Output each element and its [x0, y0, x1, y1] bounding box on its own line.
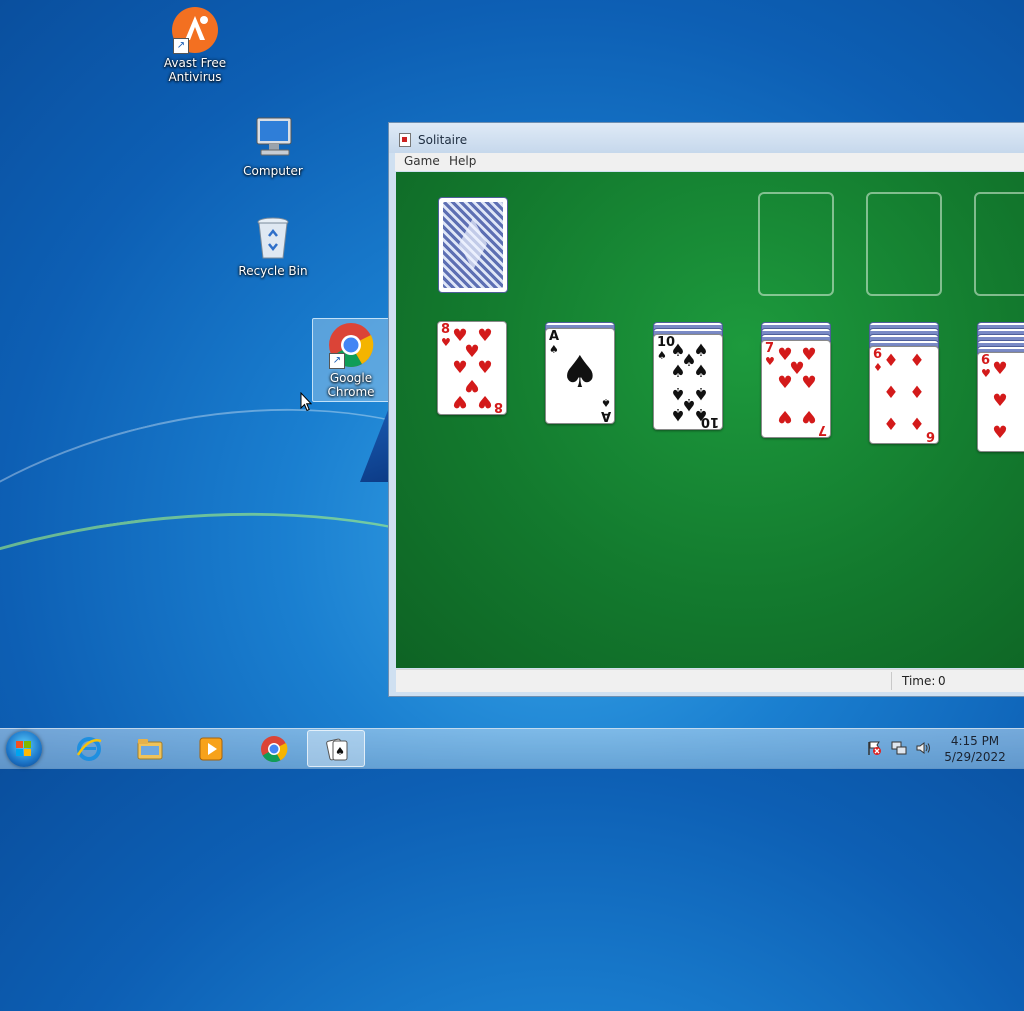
- card-suit-icon: ♥: [765, 355, 775, 368]
- card-rank: A: [600, 408, 611, 423]
- clock-date: 5/29/2022: [944, 750, 1006, 764]
- suit-pip-icon: ♠: [670, 362, 686, 382]
- suit-pip-icon: ♥: [992, 359, 1008, 379]
- card-rank: 7: [765, 341, 775, 356]
- taskbar-internet-explorer[interactable]: [60, 730, 118, 767]
- suit-pip-icon: ♥: [777, 373, 793, 393]
- suit-pip-icon: ♦: [909, 351, 925, 371]
- suit-pip-icon: ♠: [693, 362, 709, 382]
- computer-icon: [249, 114, 297, 162]
- volume-icon[interactable]: [915, 740, 931, 756]
- taskbar-file-explorer[interactable]: [121, 730, 179, 767]
- game-table: 8 ♥ ♥ ♥ ♥ ♥ ♥ ♥ ♥ ♥ 8 A ♠ ♠ ♠ A 10 ♠ ♠ ♠…: [396, 172, 1024, 668]
- suit-pip-icon: ♥: [801, 406, 817, 426]
- shortcut-arrow-icon: ↗: [173, 38, 189, 54]
- stock-pile[interactable]: [438, 197, 508, 293]
- taskbar-chrome[interactable]: [245, 730, 303, 767]
- start-button[interactable]: [6, 731, 42, 767]
- clock-time: 4:15 PM: [950, 734, 1000, 748]
- tableau-card[interactable]: A ♠ ♠ ♠ A: [545, 328, 615, 424]
- file-explorer-icon: [137, 739, 163, 760]
- card-rank: 6: [873, 347, 883, 362]
- network-icon[interactable]: [891, 740, 907, 756]
- internet-explorer-icon: [76, 737, 102, 761]
- foundation-slot-2[interactable]: [866, 192, 942, 296]
- suit-pip-icon: ♦: [909, 415, 925, 435]
- window-title: Solitaire: [418, 133, 468, 147]
- foundation-slot-1[interactable]: [758, 192, 834, 296]
- solitaire-app-icon: [399, 133, 411, 147]
- card-rank: 8: [493, 399, 503, 414]
- taskbar-media-player[interactable]: [182, 730, 240, 767]
- card-rank: 7: [817, 422, 827, 437]
- windows-logo-icon: [16, 741, 32, 757]
- card-suit-icon: ♥: [441, 336, 451, 349]
- media-player-icon: [199, 737, 223, 761]
- card-suit-icon: ♠: [560, 347, 600, 398]
- solitaire-window[interactable]: Solitaire Game Help 8 ♥ ♥ ♥ ♥ ♥ ♥ ♥ ♥ ♥ …: [388, 122, 1024, 697]
- desktop-icon-label: Chrome: [327, 385, 375, 399]
- mouse-cursor-icon: [300, 392, 312, 412]
- tableau-card[interactable]: 8 ♥ ♥ ♥ ♥ ♥ ♥ ♥ ♥ ♥ 8: [437, 321, 507, 415]
- suit-pip-icon: ♥: [992, 391, 1008, 411]
- card-rank: 6: [925, 428, 935, 443]
- time-value: 0: [938, 674, 946, 688]
- status-bar: Time: 0: [396, 669, 1024, 692]
- suit-pip-icon: ♦: [883, 415, 899, 435]
- taskbar-clock[interactable]: 4:15 PM 5/29/2022: [940, 733, 1010, 765]
- window-titlebar[interactable]: Solitaire: [389, 123, 1024, 153]
- card-suit-icon: ♥: [981, 367, 991, 380]
- suit-pip-icon: ♠: [670, 404, 686, 424]
- desktop-icon-label: Google: [329, 371, 373, 385]
- card-rank: 10: [700, 414, 719, 429]
- desktop-icon-avast[interactable]: ↗ Avast Free Antivirus: [155, 6, 235, 84]
- foundation-slot-3[interactable]: [974, 192, 1024, 296]
- chrome-icon: ↗: [327, 321, 375, 369]
- desktop-icon-recycle-bin[interactable]: Recycle Bin: [233, 214, 313, 278]
- tableau-card[interactable]: 6 ♦ ♦ ♦ ♦ ♦ ♦ ♦ 6: [869, 346, 939, 444]
- desktop-icon-google-chrome[interactable]: ↗ Google Chrome: [312, 318, 390, 402]
- menu-bar: Game Help: [395, 153, 1024, 171]
- action-center-flag-icon[interactable]: [866, 740, 882, 756]
- card-rank: 8: [441, 322, 451, 337]
- suit-pip-icon: ♦: [909, 383, 925, 403]
- tableau-card[interactable]: 10 ♠ ♠ ♠ ♠ ♠ ♠ ♠ ♠ ♠ ♠ ♠ 10: [653, 334, 723, 430]
- tableau-card[interactable]: 7 ♥ ♥ ♥ ♥ ♥ ♥ ♥ ♥ 7: [761, 340, 831, 438]
- tableau-card[interactable]: 6 ♥ ♥ ♥ ♥: [977, 352, 1024, 452]
- desktop-icon-computer[interactable]: Computer: [233, 114, 313, 178]
- suit-pip-icon: ♥: [777, 406, 793, 426]
- desktop-icon-label: Avast Free: [163, 56, 227, 70]
- suit-pip-icon: ♥: [477, 391, 493, 411]
- card-rank: 6: [981, 353, 991, 368]
- avast-icon: ↗: [171, 6, 219, 54]
- svg-text:♠: ♠: [335, 745, 345, 758]
- suit-pip-icon: ♦: [883, 383, 899, 403]
- desktop-icon-label: Computer: [243, 164, 303, 178]
- solitaire-icon: ♠: [326, 738, 348, 761]
- card-suit-icon: ♠: [549, 343, 559, 356]
- suit-pip-icon: ♥: [992, 423, 1008, 443]
- status-divider: [891, 672, 892, 690]
- suit-pip-icon: ♦: [883, 351, 899, 371]
- suit-pip-icon: ♥: [801, 373, 817, 393]
- time-label: Time:: [902, 674, 936, 688]
- taskbar-solitaire[interactable]: ♠: [307, 730, 365, 767]
- suit-pip-icon: ♥: [452, 391, 468, 411]
- menu-game[interactable]: Game: [404, 154, 440, 168]
- menu-help[interactable]: Help: [449, 154, 476, 168]
- desktop-icon-label: Antivirus: [168, 70, 222, 84]
- card-suit-icon: ♠: [657, 349, 667, 362]
- card-rank: A: [549, 329, 560, 344]
- desktop-icon-label: Recycle Bin: [238, 264, 308, 278]
- recycle-bin-icon: [249, 214, 297, 262]
- shortcut-arrow-icon: ↗: [329, 353, 345, 369]
- card-suit-icon: ♠: [601, 396, 611, 409]
- chrome-icon: [261, 736, 288, 763]
